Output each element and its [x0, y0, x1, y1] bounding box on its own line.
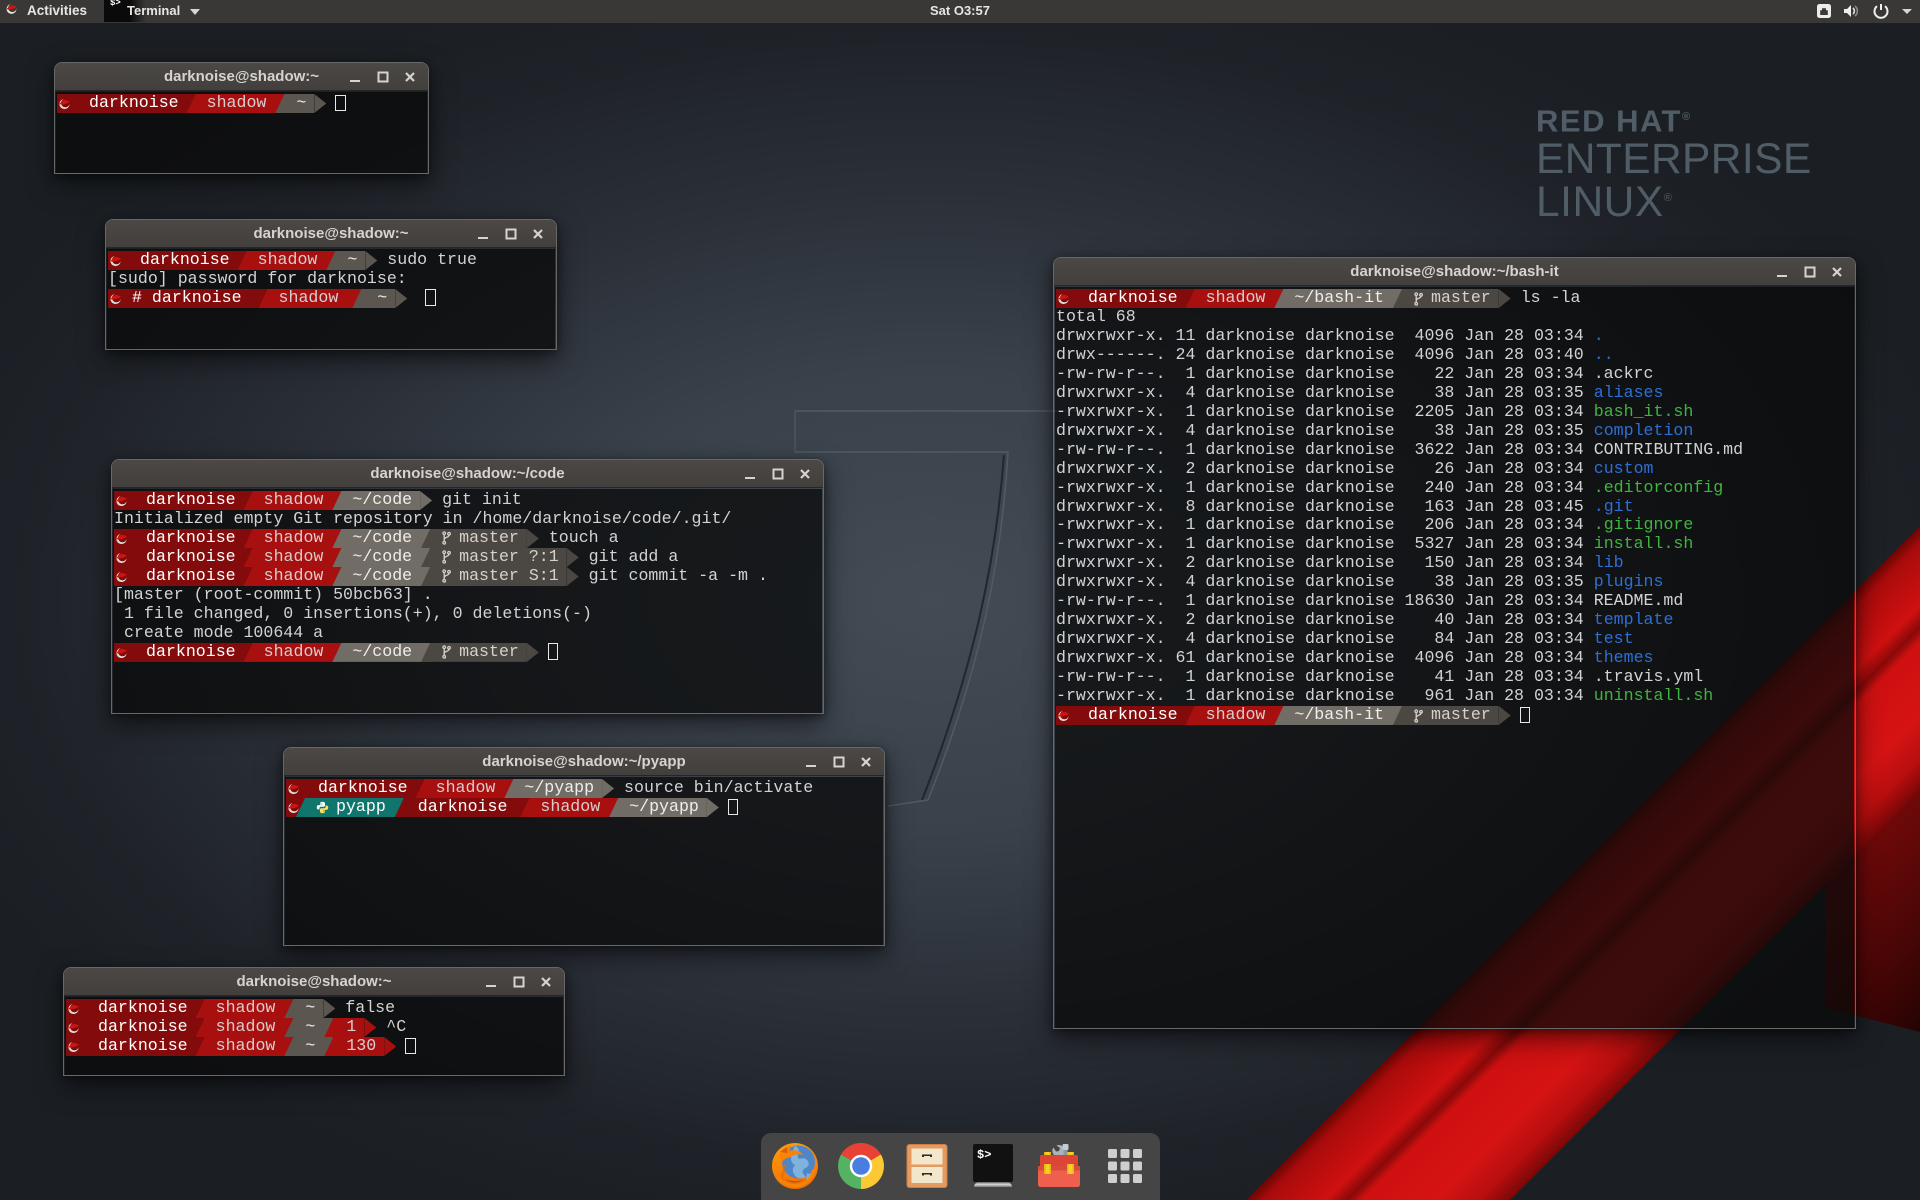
- svg-text:$>: $>: [977, 1148, 991, 1162]
